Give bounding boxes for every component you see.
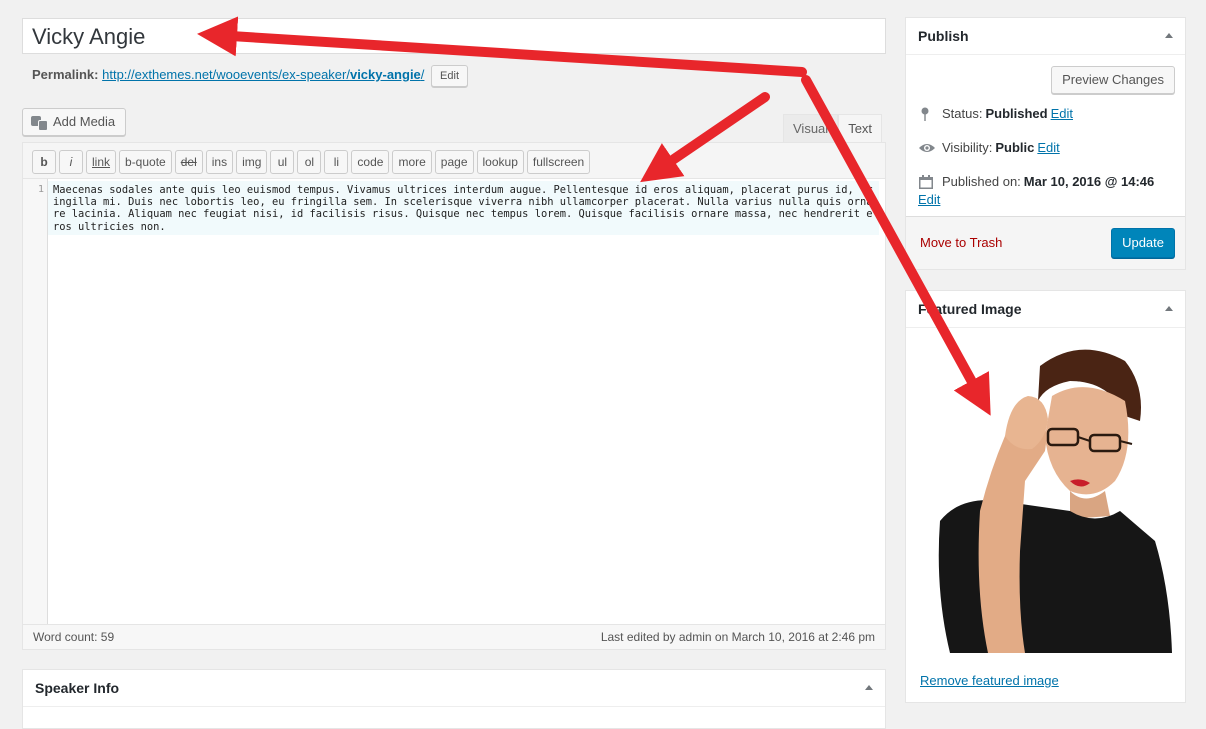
- quicktag-ul-button[interactable]: ul: [270, 150, 295, 174]
- quicktag-page-button[interactable]: page: [434, 150, 474, 174]
- move-to-trash-link[interactable]: Move to Trash: [920, 235, 1002, 250]
- publish-title: Publish: [918, 28, 969, 44]
- speaker-info-header[interactable]: Speaker Info: [23, 670, 885, 707]
- visibility-row: Visibility: Public Edit: [918, 140, 1060, 156]
- quicktags-toolbar: b i link b-quote del ins img ul ol li code more page…: [23, 143, 885, 179]
- quicktag-img-button[interactable]: img: [236, 150, 268, 174]
- content-editor: b i link b-quote del ins img ul ol li code more page…: [22, 142, 886, 650]
- quicktag-link-button[interactable]: link: [86, 150, 117, 174]
- published-value: Mar 10, 2016 @ 14:46: [1023, 174, 1155, 189]
- editor-status-bar: Word count: 59 Last edited by admin on M…: [23, 624, 885, 649]
- tab-visual[interactable]: Visual: [783, 114, 839, 142]
- status-label: Status:: [942, 106, 983, 121]
- quicktag-li-button[interactable]: li: [324, 150, 349, 174]
- quicktag-b-button[interactable]: b: [32, 150, 56, 174]
- add-media-label: Add Media: [53, 114, 116, 129]
- quicktag-del-button[interactable]: del: [174, 150, 203, 174]
- update-button[interactable]: Update: [1111, 228, 1175, 258]
- quicktag-ol-button[interactable]: ol: [297, 150, 322, 174]
- featured-image-header[interactable]: Featured Image: [906, 291, 1185, 328]
- publish-actions: Move to Trash Update: [906, 216, 1185, 269]
- featured-image-picture: [920, 341, 1174, 653]
- permalink-edit-button[interactable]: Edit: [431, 64, 469, 87]
- publish-box: Publish Preview Changes Status: Publishe…: [905, 17, 1186, 270]
- media-icon: [31, 114, 48, 131]
- visibility-value: Public: [995, 140, 1035, 155]
- word-count: Word count: 59: [33, 630, 115, 644]
- collapse-arrow-icon[interactable]: [1165, 33, 1173, 38]
- quicktag-ins-button[interactable]: ins: [205, 150, 234, 174]
- editor-content[interactable]: Maecenas sodales ante quis leo euismod t…: [48, 181, 879, 235]
- quicktag-fullscreen-button[interactable]: fullscreen: [526, 150, 591, 174]
- featured-image-title: Featured Image: [918, 301, 1022, 317]
- status-value: Published: [985, 106, 1048, 121]
- status-row: Status: Published Edit: [918, 106, 1073, 122]
- line-number: 1: [37, 184, 44, 195]
- calendar-icon: [918, 174, 934, 190]
- quicktag-more-button[interactable]: more: [392, 150, 432, 174]
- published-on-row: Published on: Mar 10, 2016 @ 14:46 Edit: [918, 174, 1168, 207]
- featured-image-box: Featured Image Remove featured image: [905, 290, 1186, 703]
- speaker-info-box: Speaker Info: [22, 669, 886, 729]
- preview-changes-button[interactable]: Preview Changes: [1051, 66, 1175, 94]
- collapse-arrow-icon[interactable]: [1165, 306, 1173, 311]
- pin-icon: [918, 106, 934, 122]
- permalink-row: Permalink: http://exthemes.net/wooevents…: [32, 62, 469, 88]
- featured-image[interactable]: [920, 341, 1174, 653]
- status-edit-link[interactable]: Edit: [1051, 106, 1073, 121]
- quicktag-lookup-button[interactable]: lookup: [476, 150, 524, 174]
- editor-tabs: Visual Text: [783, 114, 883, 142]
- line-gutter: 1: [23, 179, 48, 625]
- permalink-link[interactable]: http://exthemes.net/wooevents/ex-speaker…: [102, 67, 424, 82]
- publish-header[interactable]: Publish: [906, 18, 1185, 55]
- remove-featured-image-link[interactable]: Remove featured image: [920, 673, 1059, 688]
- code-editor[interactable]: 1 Maecenas sodales ante quis leo euismod…: [23, 179, 885, 625]
- quicktag-code-button[interactable]: code: [351, 150, 390, 174]
- tab-text[interactable]: Text: [838, 114, 883, 142]
- published-label: Published on:: [942, 174, 1021, 189]
- quicktag-b-quote-button[interactable]: b-quote: [119, 150, 172, 174]
- collapse-arrow-icon[interactable]: [865, 685, 873, 690]
- speaker-info-title: Speaker Info: [35, 680, 120, 696]
- permalink-label: Permalink:: [32, 67, 99, 82]
- published-edit-link[interactable]: Edit: [918, 192, 1168, 207]
- post-title-input[interactable]: Vicky Angie: [22, 18, 886, 54]
- visibility-label: Visibility:: [942, 140, 993, 155]
- visibility-edit-link[interactable]: Edit: [1037, 140, 1059, 155]
- quicktag-i-button[interactable]: i: [59, 150, 83, 174]
- last-edited: Last edited by admin on March 10, 2016 a…: [600, 630, 875, 644]
- add-media-button[interactable]: Add Media: [22, 108, 127, 136]
- eye-icon: [918, 140, 935, 156]
